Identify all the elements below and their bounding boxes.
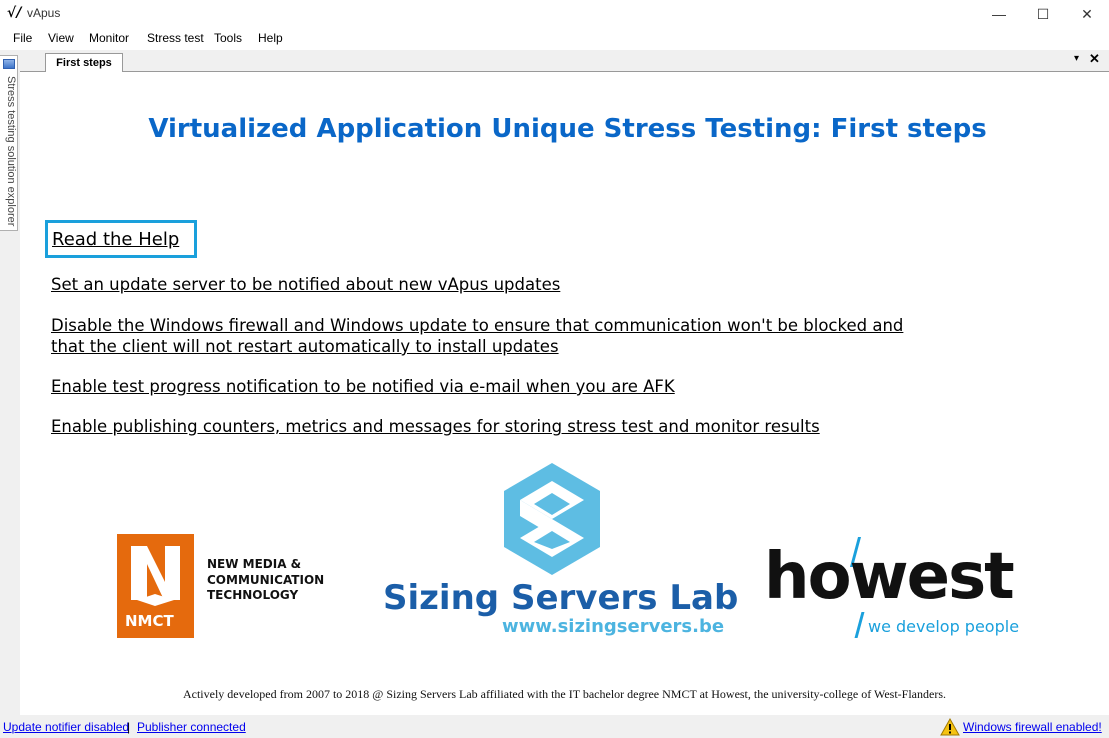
tab-close-icon[interactable]: ✕ [1089,51,1100,67]
nmct-logo: NMCT [117,534,194,638]
publishing-link[interactable]: Enable publishing counters, metrics and … [51,417,820,436]
sizing-servers-hexagon-icon [504,463,600,575]
menu-view[interactable]: View [48,31,74,45]
menu-tools[interactable]: Tools [214,31,242,45]
menu-help[interactable]: Help [258,31,283,45]
howest-slash-icon-2 [854,612,865,638]
nmct-line-1: NEW MEDIA & [207,557,302,571]
menu-bar: File View Monitor Stress test Tools Help [0,28,1109,50]
status-bar: Update notifier disabled | Publisher con… [0,715,1109,738]
status-separator: | [127,720,131,734]
first-steps-page: Virtualized Application Unique Stress Te… [20,72,1109,715]
solution-explorer-icon [3,59,15,69]
menu-stress-test[interactable]: Stress test [147,31,204,45]
firewall-warning-link[interactable]: Windows firewall enabled! [963,720,1102,734]
nmct-mark-text: NMCT [125,612,174,630]
test-progress-notification-link[interactable]: Enable test progress notification to be … [51,377,675,396]
menu-monitor[interactable]: Monitor [89,31,129,45]
tab-list-dropdown-icon[interactable]: ▾ [1074,53,1079,64]
close-window-button[interactable]: ✕ [1065,0,1109,28]
solution-explorer-label: Stress testing solution explorer [5,76,17,227]
nmct-line-3: TECHNOLOGY [207,588,299,602]
tab-first-steps[interactable]: First steps [45,53,123,72]
nmct-line-2: COMMUNICATION [207,572,325,587]
solution-explorer-tab[interactable]: Stress testing solution explorer [0,55,18,231]
update-server-link[interactable]: Set an update server to be notified abou… [51,275,560,294]
page-title: Virtualized Application Unique Stress Te… [148,114,987,144]
menu-file[interactable]: File [13,31,32,45]
nmct-description: NEW MEDIA & COMMUNICATION TECHNOLOGY [207,557,324,604]
warning-icon [940,718,960,736]
title-bar: √/ vApus — ☐ ✕ [0,0,1109,28]
sizing-servers-name: Sizing Servers Lab [383,578,739,618]
sizing-servers-url: www.sizingservers.be [502,616,725,637]
maximize-button[interactable]: ☐ [1021,0,1065,28]
howest-name: howest [764,540,1015,614]
howest-tagline: we develop people [868,617,1020,636]
disable-firewall-link[interactable]: Disable the Windows firewall and Windows… [51,315,911,357]
read-help-link[interactable]: Read the Help [52,229,179,250]
document-tab-bar: First steps ▾ ✕ [20,50,1109,72]
update-notifier-status-link[interactable]: Update notifier disabled [3,720,129,734]
window-title: vApus [27,6,61,20]
vapus-app-icon: √/ [7,5,22,21]
minimize-button[interactable]: — [977,0,1021,28]
publisher-status-link[interactable]: Publisher connected [137,720,246,734]
footer-note: Actively developed from 2007 to 2018 @ S… [182,687,946,701]
